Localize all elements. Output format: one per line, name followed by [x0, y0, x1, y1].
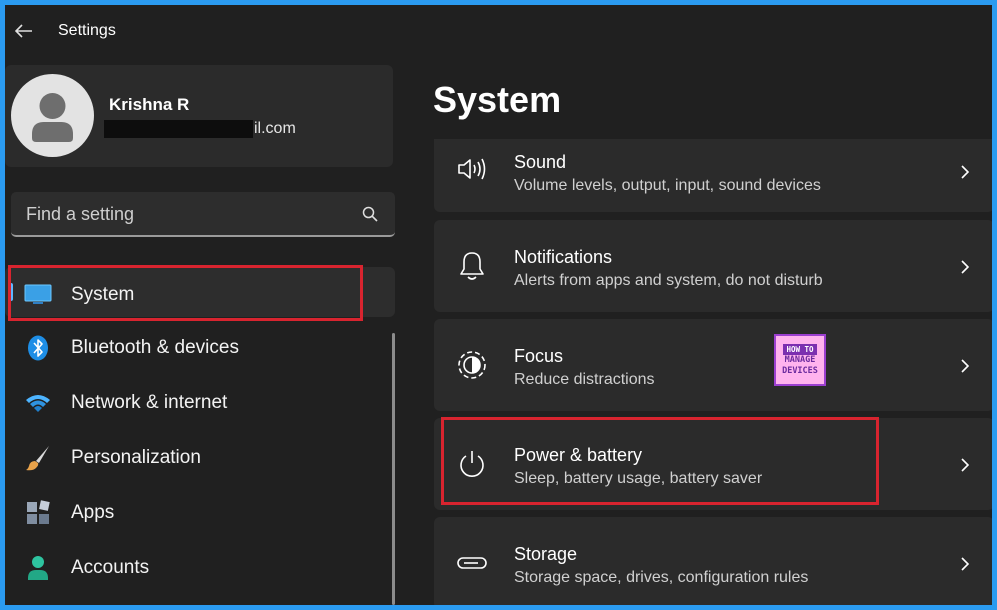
app-title: Settings [58, 22, 116, 39]
settings-card-focus[interactable]: Focus Reduce distractions [434, 319, 992, 411]
sidebar-item-bluetooth[interactable]: Bluetooth & devices [5, 322, 395, 377]
card-title: Sound [514, 152, 567, 172]
logo-line: HOW TO [783, 343, 817, 355]
chevron-right-icon [961, 165, 970, 179]
search-icon[interactable] [361, 205, 379, 223]
watermark-logo: HOW TO MANAGE DEVICES [774, 334, 826, 386]
sidebar-item-label: Bluetooth & devices [71, 337, 239, 358]
user-silhouette-icon [32, 93, 73, 142]
apps-icon [23, 499, 53, 527]
focus-icon [454, 347, 490, 383]
storage-icon [454, 545, 490, 581]
back-button[interactable] [9, 17, 39, 45]
chevron-right-icon [961, 557, 970, 571]
card-title: Focus [514, 346, 564, 366]
user-email: il.com [254, 120, 296, 137]
chevron-right-icon [961, 458, 970, 472]
sidebar-item-apps[interactable]: Apps [5, 487, 395, 542]
sidebar-item-label: Apps [71, 502, 115, 523]
card-title: Storage [514, 544, 578, 564]
chevron-right-icon [961, 359, 970, 373]
settings-card-notifications[interactable]: Notifications Alerts from apps and syste… [434, 220, 992, 312]
annotation-highlight-system [8, 265, 363, 321]
title-bar: Settings [5, 5, 992, 57]
sidebar-item-label: Network & internet [71, 392, 228, 413]
bell-icon [454, 248, 490, 284]
user-name: Krishna R [109, 95, 190, 114]
wifi-icon [23, 389, 53, 417]
email-redaction [104, 120, 253, 138]
brush-icon [23, 444, 53, 472]
search-input[interactable]: Find a setting [11, 192, 395, 237]
avatar [11, 74, 94, 157]
profile-card[interactable]: Krishna R il.com [5, 65, 393, 167]
sidebar-item-accounts[interactable]: Accounts [5, 542, 395, 597]
card-title: Notifications [514, 247, 613, 267]
logo-line: MANAGE [784, 354, 816, 365]
person-icon [23, 554, 53, 582]
card-subtitle: Volume levels, output, input, sound devi… [514, 177, 821, 194]
card-subtitle: Reduce distractions [514, 371, 655, 388]
sidebar-item-network[interactable]: Network & internet [5, 377, 395, 432]
search-placeholder: Find a setting [26, 204, 135, 224]
card-subtitle: Alerts from apps and system, do not dist… [514, 272, 823, 289]
sidebar-item-label: Personalization [71, 447, 201, 468]
page-title: System [433, 79, 562, 120]
settings-window: Settings Krishna R il.com Find a setting [5, 5, 992, 605]
logo-line: DEVICES [782, 365, 818, 376]
settings-card-storage[interactable]: Storage Storage space, drives, configura… [434, 517, 992, 605]
speaker-icon [454, 151, 490, 187]
card-subtitle: Storage space, drives, configuration rul… [514, 569, 809, 586]
sidebar-scrollbar[interactable] [392, 333, 395, 605]
back-arrow-icon [15, 24, 32, 38]
settings-card-sound[interactable]: Sound Volume levels, output, input, soun… [434, 139, 992, 212]
bluetooth-icon [23, 334, 53, 362]
sidebar-item-label: Accounts [71, 557, 150, 578]
sidebar-item-personalization[interactable]: Personalization [5, 432, 395, 487]
chevron-right-icon [961, 260, 970, 274]
annotation-highlight-power [441, 417, 879, 505]
